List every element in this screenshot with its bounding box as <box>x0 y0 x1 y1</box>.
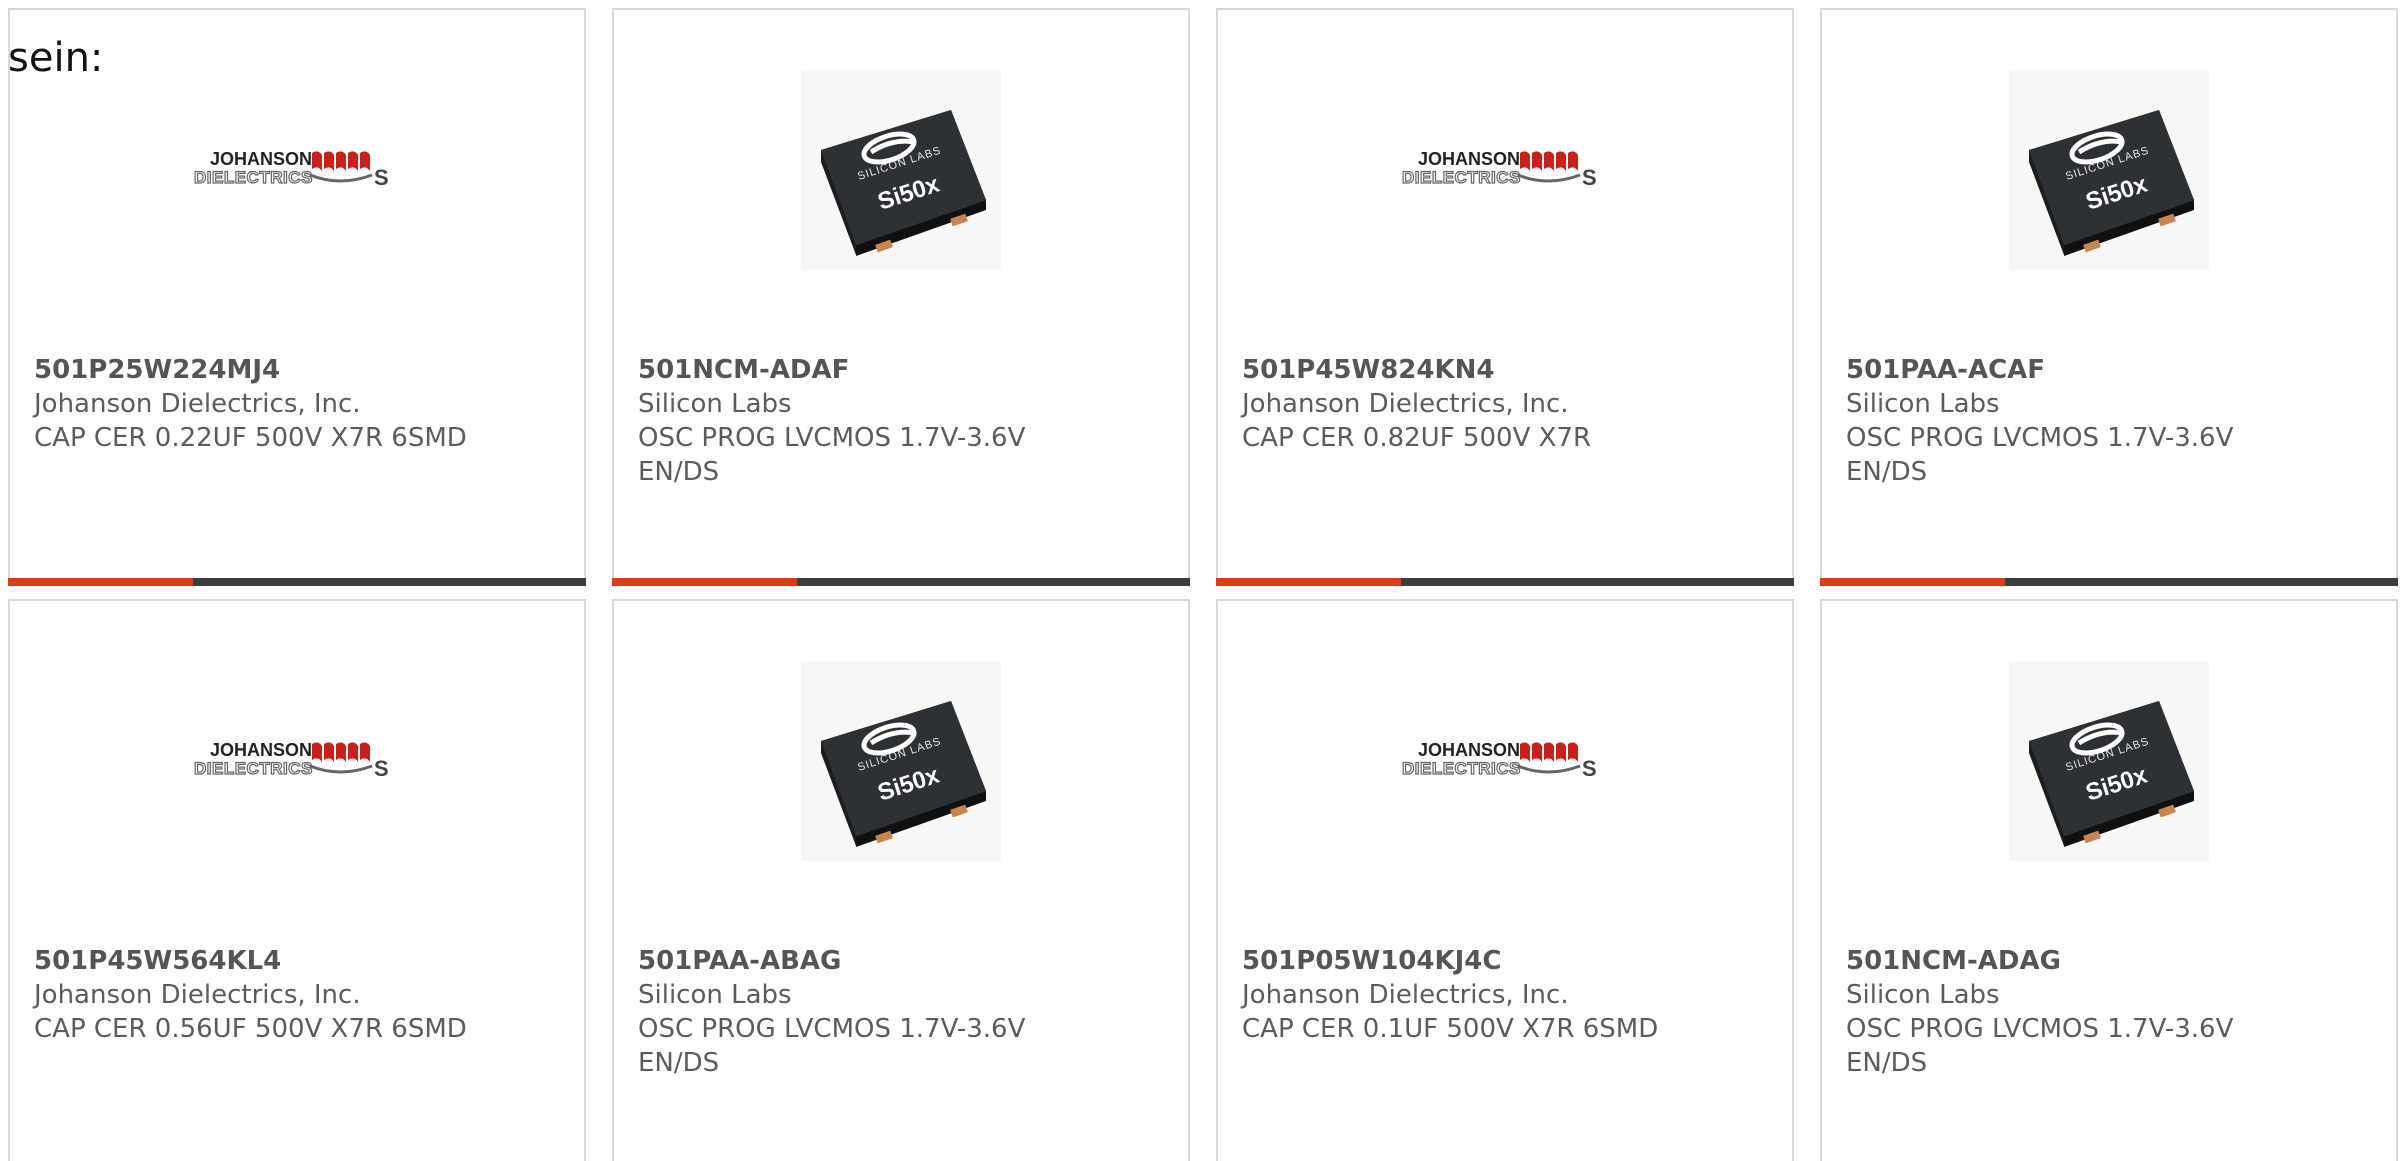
product-info: 501P05W104KJ4C Johanson Dielectrics, Inc.… <box>1242 944 1768 1046</box>
svg-text:DIELECTRICS: DIELECTRICS <box>1402 168 1521 187</box>
manufacturer-name: Johanson Dielectrics, Inc. <box>1242 389 1569 419</box>
product-image[interactable]: SILICON LABS Si50x <box>614 661 1188 861</box>
product-info: 501PAA-ACAF Silicon Labs OSC PROG LVCMOS 1… <box>1846 353 2372 489</box>
part-number-link[interactable]: 501PAA-ABAG <box>638 944 1164 978</box>
part-number-link[interactable]: 501PAA-ACAF <box>1846 353 2372 387</box>
product-description: OSC PROG LVCMOS 1.7V-3.6V <box>638 1014 1026 1044</box>
product-image[interactable]: JOHANSON DIELECTRICS S <box>10 70 584 270</box>
card-progress-bar <box>1216 578 1794 586</box>
product-image[interactable]: JOHANSON DIELECTRICS S <box>1218 661 1792 861</box>
si50x-chip-image: SILICON LABSSi50x <box>2009 661 2209 861</box>
svg-text:DIELECTRICS: DIELECTRICS <box>194 168 313 187</box>
part-number-link[interactable]: 501P05W104KJ4C <box>1242 944 1768 978</box>
product-description: OSC PROG LVCMOS 1.7V-3.6V <box>638 423 1026 453</box>
manufacturer-name: Johanson Dielectrics, Inc. <box>34 980 361 1010</box>
product-image[interactable]: JOHANSON DIELECTRICS S <box>1218 70 1792 270</box>
card-progress-bar <box>612 578 1190 586</box>
johanson-logo: JOHANSONDIELECTRICS S <box>1401 740 1597 781</box>
part-number-link[interactable]: 501P25W224MJ4 <box>34 353 560 387</box>
part-number-link[interactable]: 501NCM-ADAF <box>638 353 1164 387</box>
manufacturer-name: Silicon Labs <box>638 389 792 419</box>
product-description: EN/DS <box>1846 457 1928 487</box>
svg-text:JOHANSON: JOHANSON <box>1418 149 1520 169</box>
product-info: 501NCM-ADAF Silicon Labs OSC PROG LVCMOS 1… <box>638 353 1164 489</box>
intro-text: sein: <box>8 35 104 81</box>
product-grid: JOHANSON DIELECTRICS S 501P25W224MJ4 Johanso… <box>8 8 2400 1161</box>
product-description: EN/DS <box>638 1048 720 1078</box>
product-description: CAP CER 0.56UF 500V X7R 6SMD <box>34 1014 467 1044</box>
johanson-logo: JOHANSONDIELECTRICS S <box>193 740 389 781</box>
product-info: 501P45W824KN4 Johanson Dielectrics, Inc. C… <box>1242 353 1768 455</box>
product-image[interactable]: SILICON LABS Si50x <box>614 70 1188 270</box>
part-number-link[interactable]: 501P45W564KL4 <box>34 944 560 978</box>
product-info: 501PAA-ABAG Silicon Labs OSC PROG LVCMOS 1… <box>638 944 1164 1080</box>
card-progress-fill <box>1216 578 1401 586</box>
product-description: CAP CER 0.1UF 500V X7R 6SMD <box>1242 1014 1659 1044</box>
product-description: OSC PROG LVCMOS 1.7V-3.6V <box>1846 423 2234 453</box>
part-number-link[interactable]: 501P45W824KN4 <box>1242 353 1768 387</box>
svg-text:DIELECTRICS: DIELECTRICS <box>194 759 313 778</box>
svg-text:S: S <box>374 165 389 190</box>
manufacturer-name: Silicon Labs <box>1846 980 2000 1010</box>
si50x-chip-image: SILICON LABSSi50x <box>801 70 1001 270</box>
product-card[interactable]: SILICON LABS Si50x 501PAA-ACAF Silicon Labs… <box>1820 8 2398 586</box>
card-progress-bar <box>8 578 586 586</box>
svg-text:JOHANSON: JOHANSON <box>210 740 312 760</box>
product-info: 501P25W224MJ4 Johanson Dielectrics, Inc. C… <box>34 353 560 455</box>
svg-text:JOHANSON: JOHANSON <box>210 149 312 169</box>
manufacturer-name: Johanson Dielectrics, Inc. <box>34 389 361 419</box>
product-card[interactable]: JOHANSON DIELECTRICS S 501P45W824KN4 Johanso… <box>1216 8 1794 586</box>
card-progress-fill <box>1820 578 2005 586</box>
si50x-chip-image: SILICON LABSSi50x <box>801 661 1001 861</box>
product-description: EN/DS <box>1846 1048 1928 1078</box>
product-card[interactable]: SILICON LABS Si50x 501PAA-ABAG Silicon Labs… <box>612 599 1190 1161</box>
product-card[interactable]: JOHANSON DIELECTRICS S 501P25W224MJ4 Johanso… <box>8 8 586 586</box>
product-card[interactable]: JOHANSON DIELECTRICS S 501P45W564KL4 Johanso… <box>8 599 586 1161</box>
product-description: OSC PROG LVCMOS 1.7V-3.6V <box>1846 1014 2234 1044</box>
product-info: 501P45W564KL4 Johanson Dielectrics, Inc. C… <box>34 944 560 1046</box>
product-card[interactable]: SILICON LABS Si50x 501NCM-ADAG Silicon Labs… <box>1820 599 2398 1161</box>
svg-text:S: S <box>374 756 389 781</box>
manufacturer-name: Silicon Labs <box>1846 389 2000 419</box>
si50x-chip-image: SILICON LABSSi50x <box>2009 70 2209 270</box>
product-image[interactable]: SILICON LABS Si50x <box>1822 70 2396 270</box>
svg-text:DIELECTRICS: DIELECTRICS <box>1402 759 1521 778</box>
product-image[interactable]: SILICON LABS Si50x <box>1822 661 2396 861</box>
card-progress-fill <box>612 578 797 586</box>
product-card[interactable]: JOHANSON DIELECTRICS S 501P05W104KJ4C Johans… <box>1216 599 1794 1161</box>
product-description: EN/DS <box>638 457 720 487</box>
svg-text:S: S <box>1582 165 1597 190</box>
part-number-link[interactable]: 501NCM-ADAG <box>1846 944 2372 978</box>
johanson-logo: JOHANSONDIELECTRICS S <box>193 149 389 190</box>
manufacturer-name: Silicon Labs <box>638 980 792 1010</box>
product-card[interactable]: SILICON LABS Si50x 501NCM-ADAF Silicon Labs… <box>612 8 1190 586</box>
product-image[interactable]: JOHANSON DIELECTRICS S <box>10 661 584 861</box>
johanson-logo: JOHANSONDIELECTRICS S <box>1401 149 1597 190</box>
product-description: CAP CER 0.22UF 500V X7R 6SMD <box>34 423 467 453</box>
page: sein: JOHANSON DIELECTRICS S 501P25W224MJ4 J… <box>0 0 2400 1161</box>
svg-text:JOHANSON: JOHANSON <box>1418 740 1520 760</box>
card-progress-bar <box>1820 578 2398 586</box>
product-description: CAP CER 0.82UF 500V X7R <box>1242 423 1592 453</box>
card-progress-fill <box>8 578 193 586</box>
svg-text:S: S <box>1582 756 1597 781</box>
product-info: 501NCM-ADAG Silicon Labs OSC PROG LVCMOS 1… <box>1846 944 2372 1080</box>
manufacturer-name: Johanson Dielectrics, Inc. <box>1242 980 1569 1010</box>
